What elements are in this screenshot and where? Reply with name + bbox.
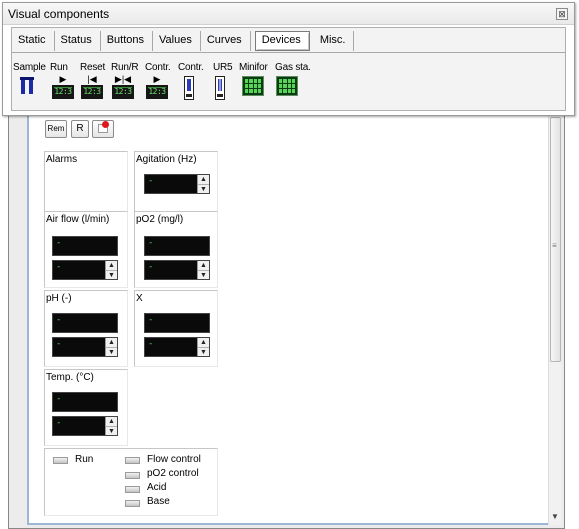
acid-indicator [125,486,140,493]
component-label-minifor: Minifor [239,62,268,73]
palette-title-bar[interactable]: Visual components ⊠ [3,3,574,25]
process-window: Rem R Alarms Agitation (Hz) - ▲ ▼ Air flo… [8,96,565,529]
process-panel-area: Rem R Alarms Agitation (Hz) - ▲ ▼ Air flo… [27,111,550,525]
component-label-reset: Reset [80,62,106,73]
flow-control-indicator [125,457,140,464]
base-indicator [125,500,140,507]
sample-icon[interactable] [20,76,34,99]
ph-display: - [52,313,118,333]
stepper-down-icon[interactable]: ▼ [106,347,117,356]
stepper-up-icon[interactable]: ▲ [106,338,117,347]
po2-control-label: pO2 control [147,468,199,479]
scrollbar-grip-icon: ≡ [552,241,557,250]
po2-control-indicator [125,472,140,479]
po2-display: - [144,236,210,256]
tab-misc[interactable]: Misc. [314,31,355,51]
component-label-sample: Sample [13,62,46,73]
run-reset-icon[interactable]: ▶|◀ 12:3 [112,74,134,100]
x-label: X [136,293,143,304]
stepper-down-icon[interactable]: ▼ [106,426,117,435]
air-flow-display: - [52,236,118,256]
temp-setpoint-stepper[interactable]: - ▲ ▼ [52,416,118,436]
ph-panel: pH (-) - - ▲ ▼ [44,290,128,367]
base-label: Base [147,496,170,507]
agitation-label: Agitation (Hz) [136,154,197,165]
alarms-label: Alarms [46,154,78,165]
tab-devices[interactable]: Devices [254,31,310,51]
component-label-run: Run [50,62,68,73]
stepper-up-icon[interactable]: ▲ [198,175,209,184]
palette-tabs: Static Status Buttons Values Curves Devi… [12,31,355,51]
x-display: - [144,313,210,333]
x-panel: X - - ▲ ▼ [134,290,218,367]
ur5-icon[interactable] [215,76,225,103]
stepper-up-icon[interactable]: ▲ [198,338,209,347]
component-label-contr-2: Contr. [178,62,204,73]
r-button[interactable]: R [71,120,89,138]
scrollbar-thumb[interactable] [550,117,561,362]
stepper-up-icon[interactable]: ▲ [106,261,117,270]
palette-close-button[interactable]: ⊠ [556,8,568,20]
record-icon [98,121,109,133]
temp-display: - [52,392,118,412]
air-flow-label: Air flow (l/min) [46,214,110,225]
po2-setpoint-stepper[interactable]: - ▲ ▼ [144,260,210,280]
tab-static[interactable]: Static [12,31,55,51]
stepper-up-icon[interactable]: ▲ [106,417,117,426]
controller-bar-icon[interactable] [184,76,194,103]
visual-components-palette: Visual components ⊠ Static Status Button… [2,2,575,116]
palette-body: Static Status Buttons Values Curves Devi… [11,27,566,111]
tab-status[interactable]: Status [55,31,101,51]
po2-label: pO2 (mg/l) [136,214,184,225]
temp-label: Temp. (°C) [46,372,94,383]
vertical-scrollbar[interactable]: ≡ ▼ [548,111,561,525]
stepper-up-icon[interactable]: ▲ [198,261,209,270]
stepper-down-icon[interactable]: ▼ [198,270,209,279]
tab-curves[interactable]: Curves [201,31,251,51]
run-status-label: Run [75,454,94,465]
gas-station-icon[interactable] [276,76,298,96]
component-label-ur5: UR5 [213,62,233,73]
stepper-down-icon[interactable]: ▼ [198,184,209,193]
component-label-gas-station: Gas sta. [275,62,311,73]
stepper-down-icon[interactable]: ▼ [106,270,117,279]
rem-button[interactable]: Rem [45,120,67,138]
palette-title: Visual components [8,7,110,21]
po2-panel: pO2 (mg/l) - - ▲ ▼ [134,211,218,288]
component-label-run-reset: Run/R [111,62,139,73]
acid-label: Acid [147,482,167,493]
tab-divider [12,52,565,53]
tab-values[interactable]: Values [153,31,201,51]
status-panel: Run Flow control pO2 control Acid Base [44,448,218,516]
x-setpoint-stepper[interactable]: - ▲ ▼ [144,337,210,357]
ph-label: pH (-) [46,293,72,304]
ph-setpoint-stepper[interactable]: - ▲ ▼ [52,337,118,357]
agitation-setpoint-stepper[interactable]: - ▲ ▼ [144,174,210,194]
record-button[interactable] [92,120,114,138]
flow-control-label: Flow control [147,454,201,465]
component-label-contr: Contr. [145,62,171,73]
scroll-down-icon[interactable]: ▼ [551,512,559,521]
reset-icon[interactable]: |◀ 12:3 [81,74,103,100]
run-indicator [53,457,68,464]
air-flow-setpoint-stepper[interactable]: - ▲ ▼ [52,260,118,280]
tab-buttons[interactable]: Buttons [101,31,154,51]
controller-icon[interactable]: ▶ 12:3 [146,74,168,100]
temp-panel: Temp. (°C) - - ▲ ▼ [44,369,128,446]
minifor-icon[interactable] [242,76,264,96]
air-flow-panel: Air flow (l/min) - - ▲ ▼ [44,211,128,288]
run-icon[interactable]: ▶ 12:3 [52,74,74,100]
stepper-down-icon[interactable]: ▼ [198,347,209,356]
